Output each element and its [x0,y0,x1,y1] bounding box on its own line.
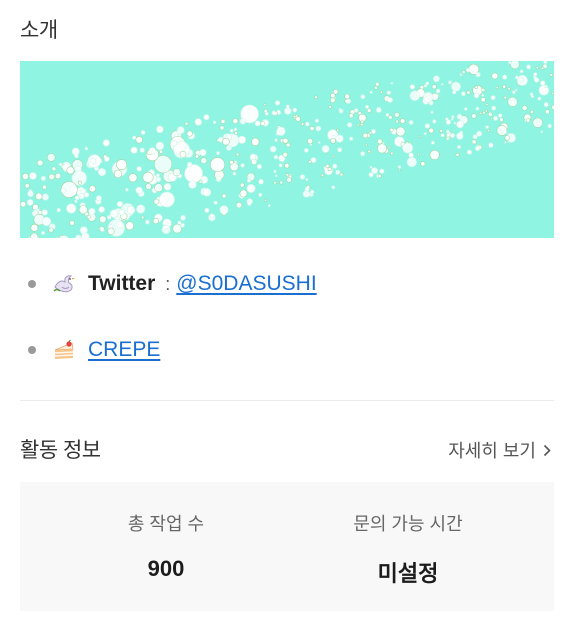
dove-icon [52,272,76,296]
list-item-crepe: CREPE [28,335,160,365]
cake-icon [52,338,76,362]
stat-inquiry-hours: 문의 가능 시간 미설정 [308,482,508,611]
twitter-label: Twitter [88,272,156,295]
intro-banner-image [20,61,554,238]
crepe-link[interactable]: CREPE [88,338,160,362]
activity-section-title: 활동 정보 [20,439,101,462]
stat-label: 총 작업 수 [127,514,205,534]
view-details-label: 자세히 보기 [448,441,536,461]
label-separator: : [165,273,171,294]
stat-label: 문의 가능 시간 [353,514,463,534]
activity-stats-box: 총 작업 수 900 문의 가능 시간 미설정 [20,482,554,611]
intro-section-title: 소개 [20,19,58,42]
list-item-twitter: Twitter : @S0DASUSHI [28,269,317,299]
profile-intro-panel: 소개 Twitter : @S0DASUSHI CREPE 활동 정보 자세히 … [0,0,571,639]
chevron-right-icon [543,444,551,457]
stat-value: 900 [147,556,185,581]
view-details-link[interactable]: 자세히 보기 [448,437,551,463]
stat-total-works: 총 작업 수 900 [66,482,266,611]
list-bullet [28,280,36,288]
list-bullet [28,346,36,354]
twitter-handle-link[interactable]: @S0DASUSHI [176,272,316,296]
stat-value: 미설정 [377,561,439,586]
section-divider [20,400,554,401]
